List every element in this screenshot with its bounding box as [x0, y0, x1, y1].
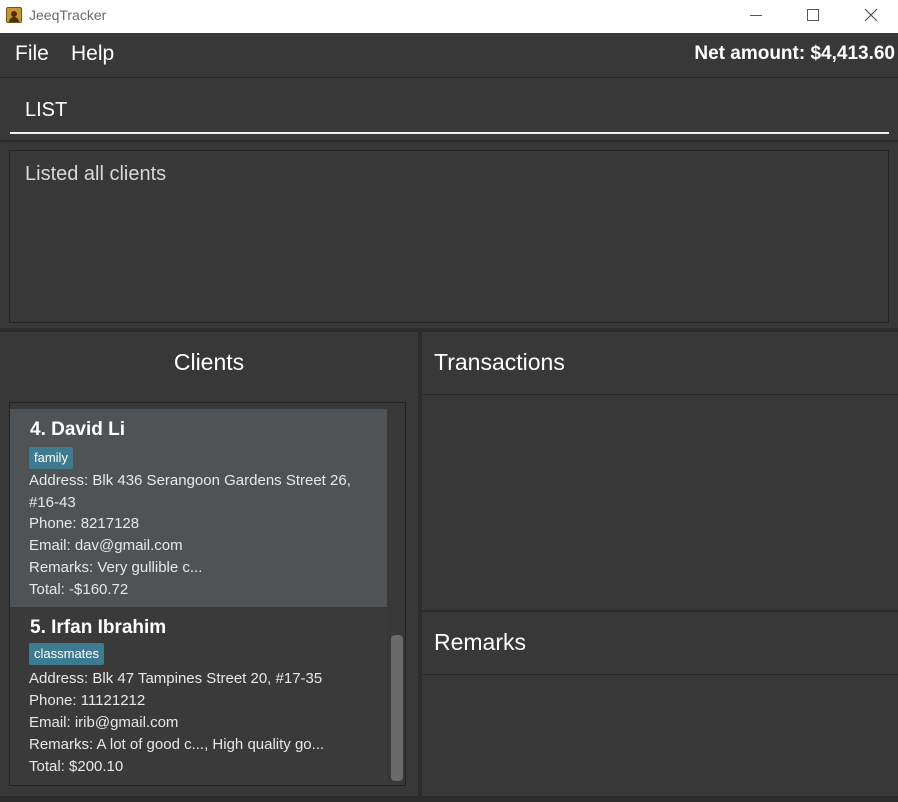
- bottom-border: [0, 796, 898, 802]
- menu-file[interactable]: File: [15, 42, 49, 66]
- window-title: JeeqTracker: [29, 7, 107, 23]
- client-total: Total: $200.10: [29, 758, 124, 775]
- client-email: Email: dav@gmail.com: [29, 537, 183, 554]
- client-address: Address: Blk 47 Tampines Street 20, #17-…: [29, 670, 323, 687]
- result-display: Listed all clients: [9, 150, 889, 323]
- remarks-list[interactable]: [422, 676, 898, 796]
- maximize-icon: [807, 9, 819, 21]
- result-message: Listed all clients: [25, 163, 167, 185]
- transactions-header: Transactions: [422, 332, 898, 395]
- client-name: 5. Irfan Ibrahim: [30, 617, 167, 638]
- command-input[interactable]: [10, 88, 889, 134]
- minimize-icon: [750, 14, 762, 16]
- command-box: [0, 79, 898, 142]
- clients-title: Clients: [173, 349, 245, 375]
- transactions-list[interactable]: [422, 396, 898, 610]
- client-list[interactable]: 4. David Li family Address: Blk 436 Sera…: [9, 402, 406, 786]
- client-tag: classmates: [29, 643, 105, 665]
- menu-bar: File Help Net amount: $4,413.60: [0, 33, 898, 78]
- remarks-title: Remarks: [434, 629, 527, 655]
- remarks-header: Remarks: [422, 612, 898, 675]
- window-title-bar: JeeqTracker: [0, 0, 898, 33]
- client-list-scrollbar[interactable]: [389, 403, 405, 785]
- menu-help[interactable]: Help: [71, 42, 114, 66]
- client-name: 4. David Li: [30, 419, 126, 440]
- client-address-cont: #16-43: [29, 494, 76, 511]
- minimize-button[interactable]: [727, 0, 785, 30]
- client-phone: Phone: 11121212: [29, 692, 146, 709]
- client-address: Address: Blk 436 Serangoon Gardens Stree…: [29, 472, 351, 489]
- scrollbar-thumb[interactable]: [391, 635, 403, 781]
- client-tag: family: [29, 447, 73, 469]
- close-icon: [864, 8, 878, 22]
- close-button[interactable]: [842, 0, 898, 30]
- maximize-button[interactable]: [784, 0, 842, 30]
- client-card-david-li[interactable]: 4. David Li family Address: Blk 436 Sera…: [10, 409, 387, 607]
- client-remarks: Remarks: Very gullible c...: [29, 559, 203, 576]
- clients-panel: Clients 4. David Li family Address: Blk …: [0, 332, 418, 802]
- app-icon: [6, 7, 22, 23]
- client-phone: Phone: 8217128: [29, 515, 140, 532]
- net-amount-label: Net amount: $4,413.60: [694, 43, 895, 64]
- transactions-title: Transactions: [434, 349, 565, 375]
- client-email: Email: irib@gmail.com: [29, 714, 179, 731]
- client-remarks: Remarks: A lot of good c..., High qualit…: [29, 736, 325, 753]
- client-total: Total: -$160.72: [29, 581, 129, 598]
- client-card-irfan-ibrahim[interactable]: 5. Irfan Ibrahim classmates Address: Blk…: [10, 607, 387, 785]
